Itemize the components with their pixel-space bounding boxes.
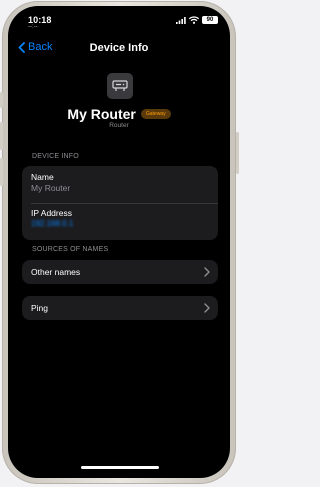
- name-row: Name My Router: [31, 172, 218, 193]
- ip-address-value: 192.168.0.1: [31, 219, 74, 228]
- router-icon: [107, 73, 133, 99]
- status-subtext: --:--: [28, 24, 38, 30]
- name-label: Name: [31, 172, 54, 182]
- power-button: [236, 132, 239, 174]
- ip-address-label: IP Address: [31, 208, 72, 218]
- divider: [31, 203, 218, 204]
- gateway-badge: Gateway: [140, 109, 171, 119]
- chevron-right-icon: [204, 303, 210, 313]
- ping-label: Ping: [31, 303, 49, 313]
- volume-down-button: [0, 158, 3, 186]
- dynamic-island: [87, 13, 151, 31]
- ping-row[interactable]: Ping: [22, 296, 218, 320]
- device-type: Router: [109, 122, 129, 129]
- volume-up-button: [0, 122, 3, 150]
- name-value: My Router: [31, 183, 71, 193]
- screen: 10:18 --:-- 90 Back Device Info My Route…: [8, 6, 230, 478]
- wifi-icon: [189, 16, 199, 24]
- page-title: Device Info: [89, 42, 149, 54]
- sources-of-names-header: SOURCES OF NAMES: [32, 246, 109, 253]
- signal-icon: [176, 16, 186, 24]
- navigation-bar: Back Device Info: [8, 39, 230, 59]
- device-info-card: Name My Router IP Address 192.168.0.1: [22, 166, 218, 240]
- status-icons: 90: [176, 15, 218, 25]
- other-names-label: Other names: [31, 267, 81, 277]
- home-indicator[interactable]: [81, 466, 159, 469]
- ip-address-row: IP Address 192.168.0.1: [31, 208, 218, 228]
- other-names-row[interactable]: Other names: [22, 260, 218, 284]
- device-header: My Router Gateway: [8, 106, 230, 122]
- device-info-header: DEVICE INFO: [32, 153, 79, 160]
- action-button: [0, 92, 3, 108]
- chevron-right-icon: [204, 267, 210, 277]
- device-name: My Router: [67, 106, 136, 122]
- battery-icon: 90: [202, 16, 218, 24]
- status-bar: 10:18 --:-- 90: [8, 6, 230, 34]
